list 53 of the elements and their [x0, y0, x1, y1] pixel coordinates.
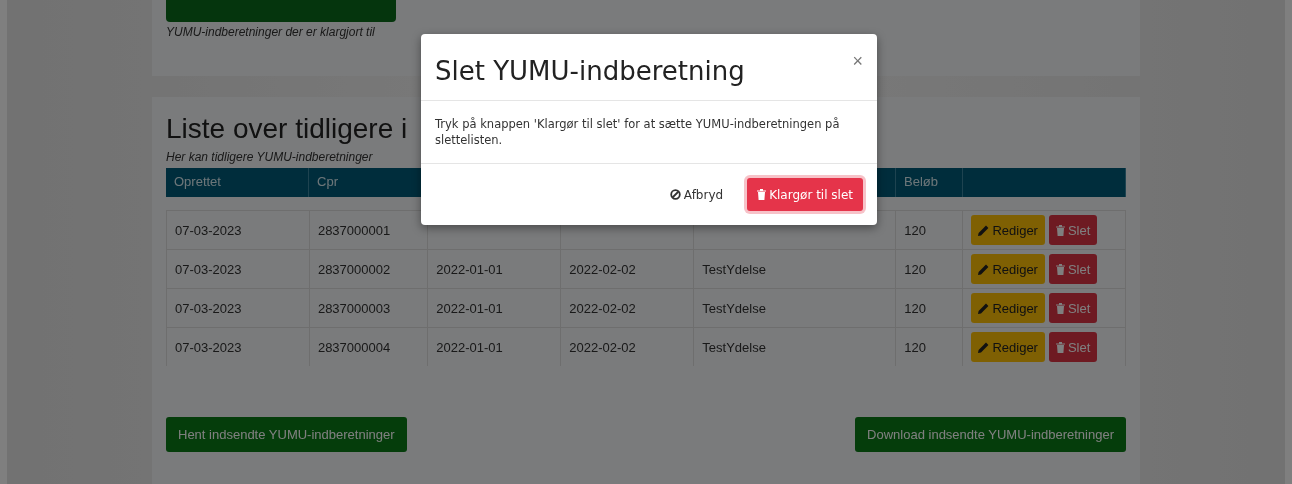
edit-button[interactable]: Rediger: [971, 254, 1045, 285]
delete-button[interactable]: Slet: [1048, 293, 1098, 324]
table-cell: 2022-01-01: [436, 339, 503, 355]
table-cell: 2022-01-01: [436, 261, 503, 277]
table-cell: TestYdelse: [702, 261, 766, 277]
table-cell: TestYdelse: [702, 300, 766, 316]
trash-icon: [1055, 302, 1065, 314]
download-button[interactable]: Download indsendte YUMU-indberetninger: [855, 417, 1126, 453]
table-cell: 120: [904, 261, 926, 277]
edit-button[interactable]: Rediger: [971, 332, 1045, 363]
fetch-button[interactable]: Hent indsendte YUMU-indberetninger: [166, 417, 407, 453]
cut-off-button[interactable]: [166, 0, 396, 22]
table-cell: 07-03-2023: [175, 339, 242, 355]
table-cell: 2022-02-02: [569, 339, 636, 355]
section-subtitle: Her kan tidligere YUMU-indberetninger: [166, 150, 373, 165]
table-cell: 07-03-2023: [175, 300, 242, 316]
table-cell: 07-03-2023: [175, 261, 242, 277]
table-cell: 07-03-2023: [175, 222, 242, 238]
delete-button[interactable]: Slet: [1048, 332, 1098, 363]
delete-button[interactable]: Slet: [1048, 215, 1098, 246]
confirm-delete-button[interactable]: Klargør til slet: [747, 178, 863, 212]
close-button[interactable]: ×: [852, 52, 863, 70]
trash-icon: [1055, 224, 1065, 236]
table-cell: 2837000002: [317, 261, 391, 277]
trash-icon: [1055, 263, 1065, 275]
table-cell: 120: [904, 339, 926, 355]
note-text: YUMU-indberetninger der er klargjort til: [166, 25, 375, 39]
table-cell: 2837000003: [317, 300, 391, 316]
column-header: Beløb: [904, 174, 938, 190]
trash-icon: [757, 189, 767, 201]
column-header: Oprettet: [174, 174, 221, 190]
table-cell: 2837000004: [317, 339, 391, 355]
table-cell: 2022-02-02: [569, 261, 636, 277]
cancel-icon: [669, 189, 681, 201]
edit-button[interactable]: Rediger: [971, 293, 1045, 324]
pencil-icon: [978, 263, 990, 275]
pencil-icon: [978, 302, 990, 314]
pencil-icon: [978, 224, 990, 236]
table-cell: 2837000001: [317, 222, 391, 238]
table-cell: 120: [904, 300, 926, 316]
pencil-icon: [978, 341, 990, 353]
table-cell: 120: [904, 222, 926, 238]
table-cell: 2022-02-02: [569, 300, 636, 316]
table-cell: 2022-01-01: [436, 300, 503, 316]
modal-title: Slet YUMU-indberetning: [435, 56, 745, 86]
table-cell: TestYdelse: [702, 339, 766, 355]
cancel-button[interactable]: Afbryd: [659, 178, 734, 212]
modal-text: Tryk på knappen 'Klargør til slet' for at sætte YUMU-indberetningen på slettelisten.: [435, 117, 840, 148]
delete-button[interactable]: Slet: [1048, 254, 1098, 285]
edit-button[interactable]: Rediger: [971, 215, 1045, 246]
trash-icon: [1055, 341, 1065, 353]
column-header: Cpr: [317, 174, 338, 190]
section-title: Liste over tidligere i: [166, 112, 408, 146]
